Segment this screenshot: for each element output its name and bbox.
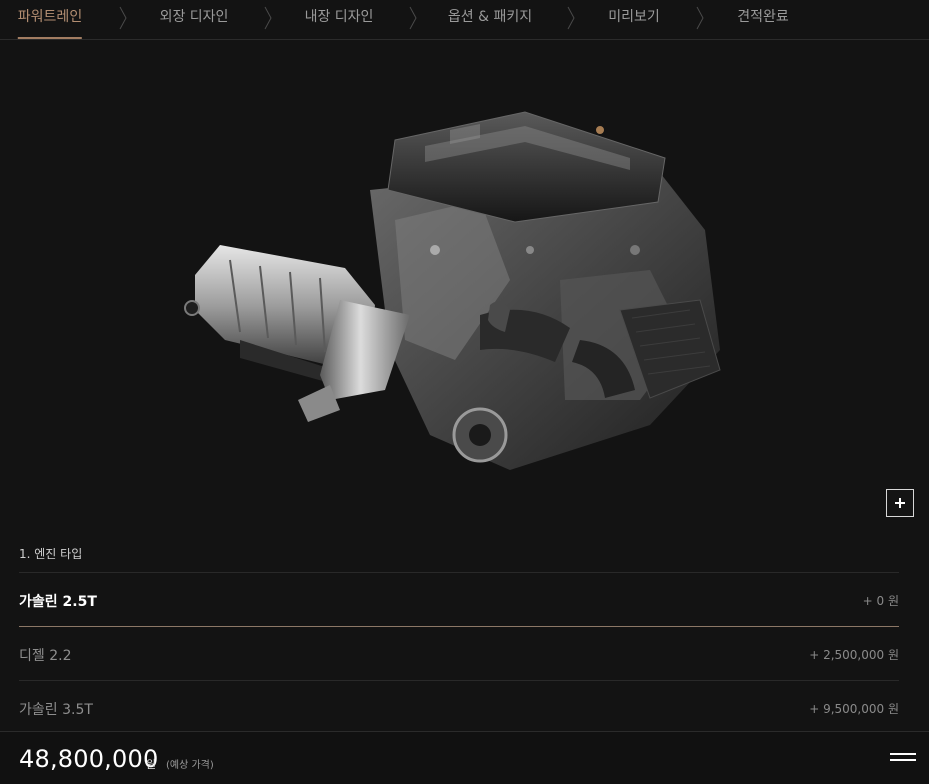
- hamburger-icon: [890, 753, 916, 755]
- chevron-right-icon: [696, 6, 704, 30]
- tab-estimate-complete[interactable]: 견적완료: [737, 0, 789, 39]
- section-title: 1. 엔진 타입: [19, 547, 83, 561]
- option-name: 가솔린 3.5T: [19, 702, 93, 718]
- zoom-in-button[interactable]: [886, 489, 914, 517]
- engine-option-gasoline-2-5t[interactable]: 가솔린 2.5T + 0 원: [19, 572, 899, 627]
- engine-option-diesel-2-2[interactable]: 디젤 2.2 + 2,500,000 원: [19, 627, 899, 680]
- chevron-right-icon: [409, 6, 417, 30]
- tab-preview[interactable]: 미리보기: [608, 0, 660, 39]
- engine-image: [184, 111, 721, 470]
- engine-option-gasoline-3-5t[interactable]: 가솔린 3.5T + 9,500,000 원: [19, 680, 899, 734]
- chevron-right-icon: [264, 6, 272, 30]
- tab-interior-design[interactable]: 내장 디자인: [305, 0, 374, 39]
- estimated-price-note: (예상 가격): [166, 760, 214, 771]
- currency-unit: 원: [146, 758, 157, 771]
- menu-button[interactable]: [890, 753, 916, 765]
- tab-exterior-design[interactable]: 외장 디자인: [160, 0, 229, 39]
- option-price: + 9,500,000 원: [809, 702, 899, 716]
- option-name: 가솔린 2.5T: [19, 594, 97, 610]
- step-navigation: 파워트레인 외장 디자인 내장 디자인 옵션 & 패키지 미리보기 견적완료: [0, 0, 929, 40]
- chevron-right-icon: [119, 6, 127, 30]
- option-name: 디젤 2.2: [19, 648, 72, 664]
- tab-powertrain[interactable]: 파워트레인: [17, 0, 83, 39]
- engine-option-list: 가솔린 2.5T + 0 원 디젤 2.2 + 2,500,000 원 가솔린 …: [19, 572, 899, 734]
- tab-options-packages[interactable]: 옵션 & 패키지: [448, 0, 532, 39]
- chevron-right-icon: [567, 6, 575, 30]
- total-price: 48,800,000: [19, 745, 159, 773]
- option-price: + 0 원: [862, 594, 899, 608]
- option-price: + 2,500,000 원: [809, 648, 899, 662]
- price-footer: 48,800,000 원 (예상 가격): [0, 731, 929, 784]
